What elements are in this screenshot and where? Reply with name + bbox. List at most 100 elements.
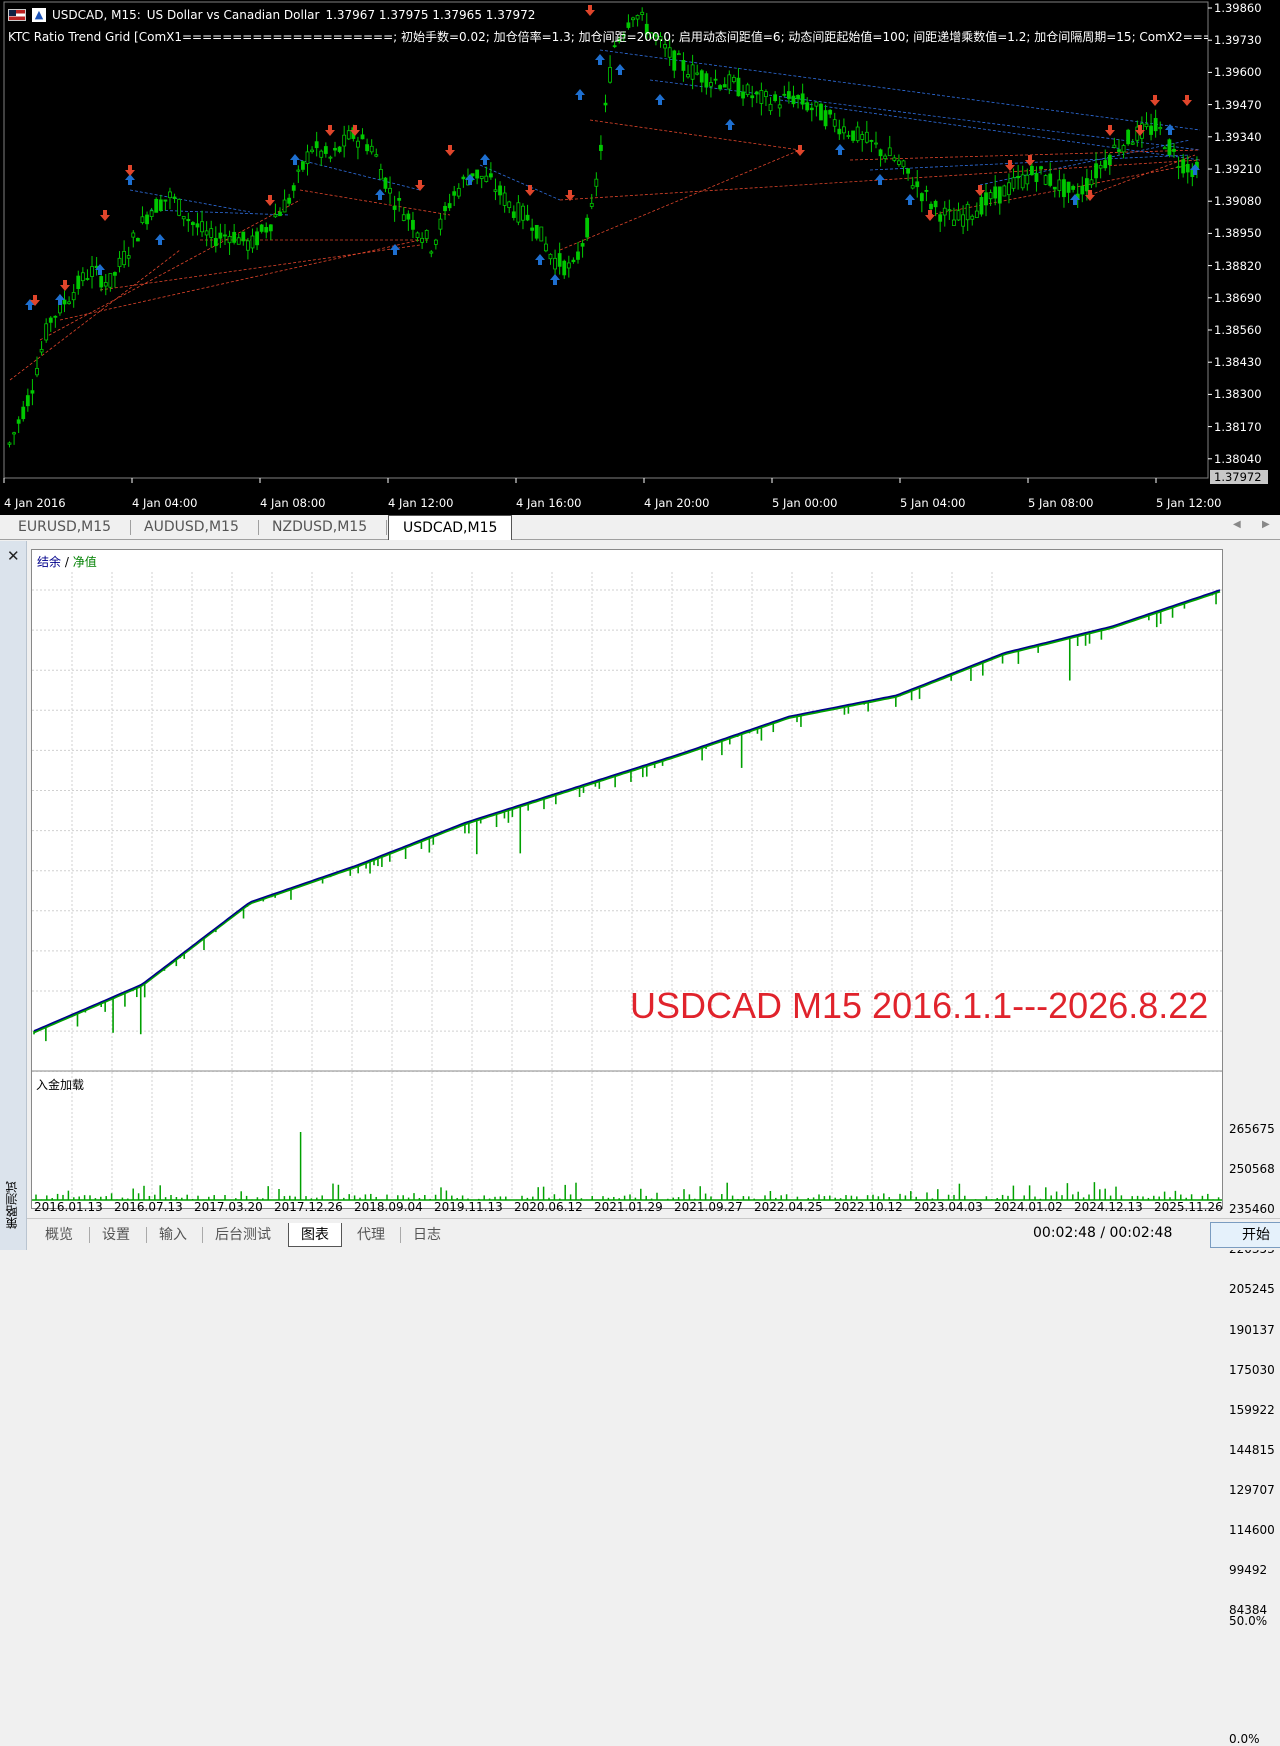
sell-arrow-icon (125, 165, 135, 176)
tab-inputs[interactable]: 输入 (147, 1223, 199, 1247)
candle-body (856, 127, 859, 141)
tab-audusd[interactable]: AUDUSD,M15 (130, 515, 253, 540)
buy-arrow-icon (725, 119, 735, 130)
candle-body (343, 135, 346, 146)
candle-body (714, 79, 717, 80)
tab-overview[interactable]: 概览 (33, 1223, 85, 1247)
sell-grid-line (590, 120, 800, 150)
candle-body (563, 261, 566, 275)
close-icon[interactable]: ✕ (7, 547, 20, 565)
candle-body (246, 241, 249, 250)
tester-title: 策略测试 (3, 1181, 23, 1229)
price-chart[interactable]: ▲ USDCAD, M15: US Dollar vs Canadian Dol… (0, 0, 1280, 515)
buy-grid-line (480, 165, 560, 200)
tab-settings[interactable]: 设置 (90, 1223, 142, 1247)
candle-body (627, 23, 630, 28)
candle-body (581, 243, 584, 246)
candle-body (576, 252, 579, 259)
candle-body (476, 170, 479, 178)
one-click-trading-icon[interactable]: ▲ (32, 8, 46, 22)
candle-body (535, 225, 538, 238)
candle-body (109, 274, 112, 288)
tab-usdcad[interactable]: USDCAD,M15 (388, 515, 512, 540)
candle-body (411, 220, 414, 229)
candle-body (824, 111, 827, 126)
x-axis-label: 2019.11.13 (434, 1200, 503, 1214)
price-plot (0, 0, 1280, 515)
buy-arrow-icon (595, 54, 605, 65)
candle-body (966, 204, 969, 219)
candle-body (1186, 164, 1189, 172)
candle-body (719, 85, 722, 88)
tab-backtest[interactable]: 后台测试 (203, 1223, 283, 1247)
tester-tabs: 概览 设置 输入 后台测试 图表 代理 日志 00:02:48 / 00:02:… (27, 1218, 1280, 1250)
candle-body (159, 200, 162, 211)
y-axis-label: 175030 (1229, 1363, 1275, 1377)
candle-body (948, 210, 951, 211)
candle-body (870, 140, 873, 141)
candle-body (187, 219, 190, 220)
sell-arrow-icon (60, 280, 70, 291)
x-axis-label: 2017.12.26 (274, 1200, 343, 1214)
candle-body (494, 190, 497, 192)
candle-body (1012, 178, 1015, 189)
candle-body (801, 94, 804, 104)
candle-body (141, 217, 144, 223)
candle-body (471, 174, 474, 176)
buy-grid-line (130, 190, 250, 212)
tab-nzdusd[interactable]: NZDUSD,M15 (258, 515, 381, 540)
candle-body (228, 236, 231, 242)
sub-y-axis-label: 50.0% (1229, 1614, 1267, 1628)
scroll-left-icon[interactable]: ◀ (1233, 519, 1241, 530)
candle-body (728, 75, 731, 89)
candle-body (242, 232, 245, 241)
candle-body (366, 145, 369, 151)
candle-body (283, 200, 286, 212)
candle-body (673, 51, 676, 70)
candle-body (1122, 146, 1125, 152)
candle-body (957, 211, 960, 220)
tab-agents[interactable]: 代理 (345, 1223, 397, 1247)
candle-body (613, 46, 616, 47)
price-level-label: 1.38040 (1214, 452, 1262, 466)
deposit-load-label: 入金加载 (36, 1076, 84, 1093)
buy-arrow-icon (375, 189, 385, 200)
candle-body (1026, 175, 1029, 184)
candle-body (448, 204, 451, 208)
candle-body (13, 433, 16, 434)
candle-body (402, 215, 405, 221)
candle-body (329, 157, 332, 158)
candle-body (453, 192, 456, 196)
candle-body (210, 229, 213, 238)
x-axis-label: 2023.04.03 (914, 1200, 983, 1214)
tab-graph[interactable]: 图表 (288, 1223, 342, 1247)
x-axis-label: 2021.09.27 (674, 1200, 743, 1214)
candle-body (769, 104, 772, 110)
tab-divider (386, 520, 387, 535)
balance-plot (32, 550, 1222, 1208)
price-level-label: 1.38430 (1214, 355, 1262, 369)
candle-body (907, 169, 910, 174)
sub-y-axis-label: 0.0% (1229, 1732, 1260, 1746)
last-price-label: 1.37972 (1210, 470, 1268, 484)
candle-body (609, 67, 612, 82)
candle-body (168, 192, 171, 198)
candle-body (1182, 160, 1185, 173)
symbol-tabs: EURUSD,M15 AUDUSD,M15 NZDUSD,M15 USDCAD,… (0, 515, 1280, 540)
scroll-right-icon[interactable]: ▶ (1262, 519, 1270, 530)
candle-body (1072, 186, 1075, 189)
y-axis-label: 205245 (1229, 1282, 1275, 1296)
candle-body (760, 90, 763, 103)
candle-body (393, 206, 396, 209)
tab-journal[interactable]: 日志 (401, 1223, 453, 1247)
candle-body (852, 131, 855, 140)
candle-body (764, 92, 767, 97)
price-level-label: 1.39470 (1214, 98, 1262, 112)
legend-separator: / (65, 555, 69, 569)
candle-body (315, 142, 318, 148)
tab-eurusd[interactable]: EURUSD,M15 (4, 515, 125, 540)
start-button[interactable]: 开始 (1210, 1222, 1280, 1248)
candle-body (1172, 149, 1175, 151)
price-level-label: 1.38300 (1214, 387, 1262, 401)
candle-body (1099, 165, 1102, 168)
